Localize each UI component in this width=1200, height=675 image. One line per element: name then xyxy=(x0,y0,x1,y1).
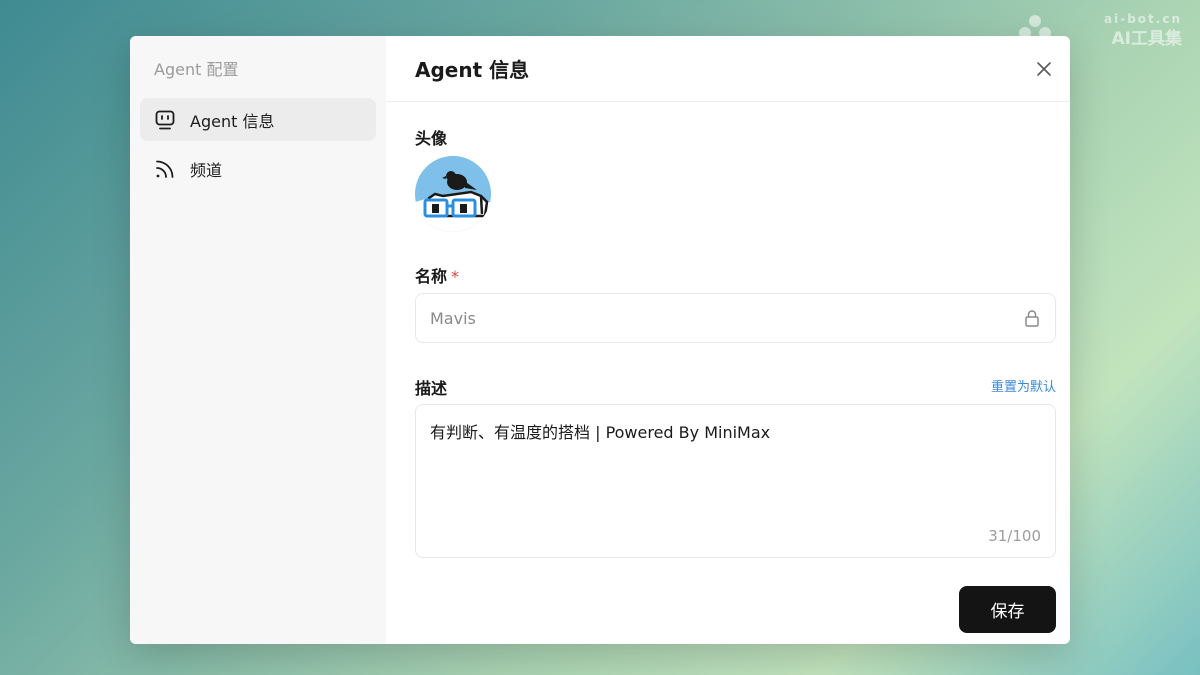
avatar-label: 头像 xyxy=(415,129,448,148)
sidebar-nav: Agent 信息 频道 xyxy=(140,98,376,190)
name-label: 名称 * xyxy=(415,263,459,287)
description-textarea[interactable]: 有判断、有温度的搭档 | Powered By MiniMax 31/100 xyxy=(415,404,1056,558)
description-label: 描述 xyxy=(415,379,448,398)
reset-to-default-link[interactable]: 重置为默认 xyxy=(991,376,1056,395)
sidebar: Agent 配置 Agent 信息 频道 xyxy=(130,36,386,644)
watermark: ai-bot.cn AI工具集 xyxy=(1019,12,1182,49)
lock-icon xyxy=(1023,309,1041,327)
description-value: 有判断、有温度的搭档 | Powered By MiniMax xyxy=(430,423,771,442)
main-panel: Agent 信息 头像 名称 * Mavis 描述 重置为默认 有判断、有温度的… xyxy=(386,36,1070,644)
watermark-brand: AI工具集 xyxy=(1111,29,1182,49)
sidebar-item-label: Agent 信息 xyxy=(190,111,275,131)
close-button[interactable] xyxy=(1032,57,1056,81)
name-value: Mavis xyxy=(430,308,476,328)
sidebar-item-agent-info[interactable]: Agent 信息 xyxy=(140,98,376,141)
close-icon xyxy=(1037,62,1051,76)
sidebar-title: Agent 配置 xyxy=(154,60,239,79)
agent-config-dialog: Agent 配置 Agent 信息 频道 Agent 信息 头像 名称 * Ma… xyxy=(130,36,1070,644)
dialog-header: Agent 信息 xyxy=(386,36,1070,102)
sidebar-item-channels[interactable]: 频道 xyxy=(140,147,376,190)
page-title: Agent 信息 xyxy=(415,58,530,82)
sidebar-item-label: 频道 xyxy=(190,160,223,180)
avatar-bird-glasses-icon xyxy=(415,156,491,232)
robot-icon xyxy=(154,109,176,131)
avatar[interactable] xyxy=(415,156,491,232)
rss-icon xyxy=(154,158,176,180)
name-field[interactable]: Mavis xyxy=(415,293,1056,343)
save-button[interactable]: 保存 xyxy=(959,586,1056,633)
name-label-text: 名称 xyxy=(415,267,448,286)
character-counter: 31/100 xyxy=(988,527,1041,545)
required-mark: * xyxy=(451,267,460,286)
